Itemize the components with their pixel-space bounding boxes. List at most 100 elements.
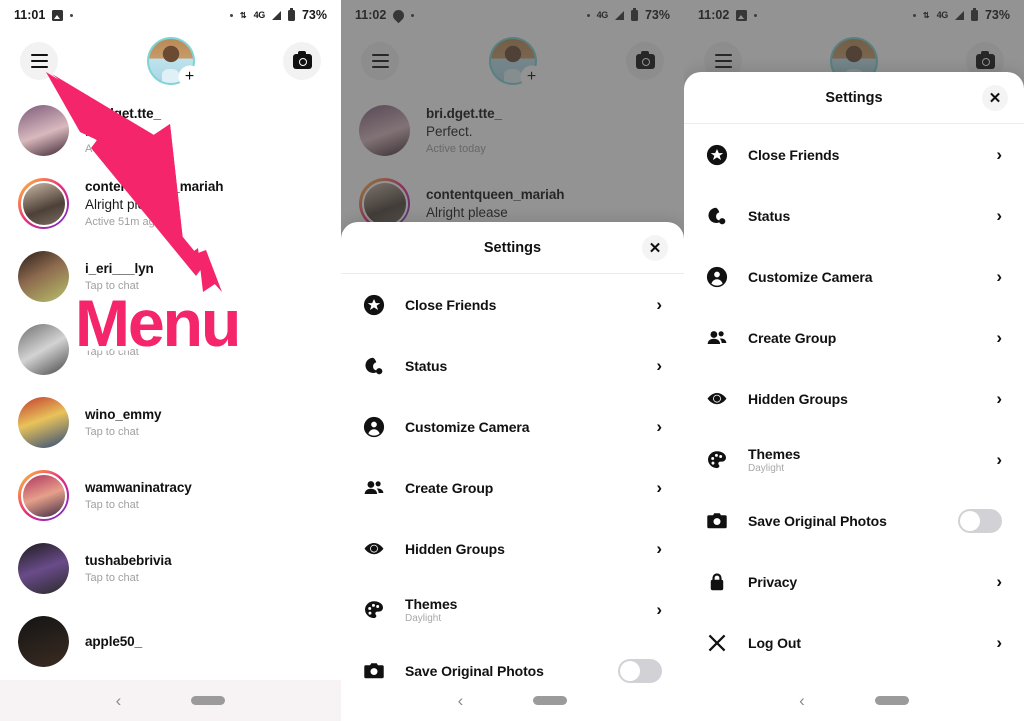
privacy-lock-icon [706, 571, 736, 593]
settings-item-text: Themes Daylight [405, 596, 656, 624]
status-bar-left-group: 11:01 [14, 8, 74, 22]
chat-meta: wino_emmy Tap to chat [85, 407, 161, 438]
settings-item-themes[interactable]: Themes Daylight › [684, 429, 1024, 490]
chat-name: contentqueen_mariah [85, 179, 224, 194]
camera-icon [292, 50, 312, 69]
sheet-header: Settings ✕ [341, 222, 684, 274]
hidden-groups-eye-icon [706, 388, 736, 410]
settings-item-label: Create Group [405, 479, 494, 496]
save-original-photos-toggle[interactable] [618, 658, 662, 683]
dot-icon [229, 13, 233, 17]
settings-item-log-out[interactable]: Log Out › [684, 612, 1024, 673]
chat-meta: bri.dget.tte_ Perfect. Active today [85, 106, 161, 155]
nav-back-button[interactable]: ‹ [116, 692, 122, 709]
close-icon[interactable]: ✕ [982, 84, 1008, 111]
settings-item-save-original-photos[interactable]: Save Original Photos [684, 490, 1024, 551]
settings-item-text: Customize Camera [405, 419, 656, 435]
chat-message: Alright please [85, 197, 167, 212]
nav-home-pill[interactable] [533, 696, 568, 705]
hamburger-menu-button[interactable] [20, 42, 58, 80]
settings-item-privacy[interactable]: Privacy › [684, 551, 1024, 612]
settings-item-themes[interactable]: Themes Daylight › [341, 579, 684, 640]
settings-item-text: Save Original Photos [405, 663, 618, 679]
nav-home-pill[interactable] [874, 696, 909, 705]
chevron-right-icon: › [996, 267, 1002, 286]
list-item[interactable]: wino_emmy Tap to chat [0, 386, 341, 459]
settings-item-status[interactable]: Status › [341, 335, 684, 396]
avatar [18, 397, 69, 448]
system-nav-bar-middle: ‹ [341, 680, 684, 721]
signal-icon [271, 10, 281, 20]
settings-item-create-group[interactable]: Create Group › [684, 307, 1024, 368]
settings-item-text: Hidden Groups [405, 541, 656, 557]
avatar [18, 543, 69, 594]
themes-palette-icon [363, 599, 393, 621]
list-item[interactable]: bri.dget.tte_ Perfect. Active today [0, 94, 341, 167]
settings-item-text: Log Out [748, 635, 996, 651]
settings-item-create-group[interactable]: Create Group › [341, 457, 684, 518]
settings-sheet-middle: Settings ✕ Close Friends › Status › Cust… [341, 222, 684, 721]
chat-status: Tap to chat [85, 426, 139, 438]
chat-status: Tap to chat [85, 572, 139, 584]
list-item[interactable]: wamwaninatracy Tap to chat [0, 459, 341, 532]
avatar [18, 470, 69, 521]
settings-item-label: Status [748, 207, 791, 224]
chat-name: wamwaninatracy [85, 480, 192, 495]
network-label: 4G [253, 10, 266, 20]
settings-item-text: Status [405, 358, 656, 374]
save-original-photos-camera-icon [706, 510, 736, 532]
settings-item-hidden-groups[interactable]: Hidden Groups › [684, 368, 1024, 429]
settings-item-text: Save Original Photos [748, 513, 958, 529]
close-icon[interactable]: ✕ [642, 234, 668, 261]
avatar [18, 178, 69, 229]
add-story-badge[interactable]: + [179, 67, 200, 87]
chat-meta: contentqueen_mariah Alright please Activ… [85, 179, 223, 228]
chevron-right-icon: › [656, 295, 662, 314]
settings-item-sublabel: Daylight [748, 462, 785, 474]
camera-button[interactable] [283, 42, 321, 80]
settings-item-status[interactable]: Status › [684, 185, 1024, 246]
settings-item-label: Customize Camera [405, 418, 530, 435]
battery-icon [287, 7, 295, 21]
settings-item-label: Privacy [748, 573, 798, 590]
settings-item-label: Themes [748, 445, 801, 462]
page-title: Settings [825, 89, 883, 106]
chevron-right-icon: › [996, 206, 1002, 225]
profile-avatar-button[interactable]: + [146, 37, 200, 87]
status-bar-left: 11:01 ⇅ 4G 73% [0, 0, 341, 30]
chevron-right-icon: › [656, 417, 662, 436]
chat-name: i_eri___lyn [85, 261, 154, 276]
customize-camera-person-icon [706, 266, 736, 288]
settings-item-text: Customize Camera [748, 269, 996, 285]
chevron-right-icon: › [656, 539, 662, 558]
status-time: 11:01 [14, 8, 46, 22]
status-bar-right-group: ⇅ 4G 73% [229, 7, 327, 22]
app-header-left: + [0, 30, 341, 92]
avatar [18, 251, 69, 302]
create-group-people-icon [706, 327, 736, 349]
chat-meta: tushabebrivia Tap to chat [85, 553, 172, 584]
settings-item-customize-camera[interactable]: Customize Camera › [341, 396, 684, 457]
themes-palette-icon [706, 449, 736, 471]
settings-sheet-right: Settings ✕ Close Friends › Status › Cust… [684, 72, 1024, 721]
settings-item-hidden-groups[interactable]: Hidden Groups › [341, 518, 684, 579]
nav-home-pill[interactable] [191, 696, 226, 705]
settings-item-text: Create Group [748, 330, 996, 346]
settings-item-customize-camera[interactable]: Customize Camera › [684, 246, 1024, 307]
list-item[interactable]: tushabebrivia Tap to chat [0, 532, 341, 605]
settings-item-close-friends[interactable]: Close Friends › [684, 124, 1024, 185]
save-original-photos-toggle[interactable] [958, 508, 1002, 533]
nav-back-button[interactable]: ‹ [458, 692, 464, 709]
list-item[interactable]: contentqueen_mariah Alright please Activ… [0, 167, 341, 240]
chevron-right-icon: › [996, 633, 1002, 652]
settings-item-label: Status [405, 357, 448, 374]
hidden-groups-eye-icon [363, 538, 393, 560]
avatar [18, 616, 69, 667]
create-group-people-icon [363, 477, 393, 499]
settings-item-label: Hidden Groups [405, 540, 505, 557]
list-item[interactable]: apple50_ [0, 605, 341, 678]
nav-back-button[interactable]: ‹ [799, 692, 805, 709]
settings-item-close-friends[interactable]: Close Friends › [341, 274, 684, 335]
settings-item-text: Themes Daylight [748, 446, 996, 474]
chat-status: Active today [85, 143, 145, 155]
